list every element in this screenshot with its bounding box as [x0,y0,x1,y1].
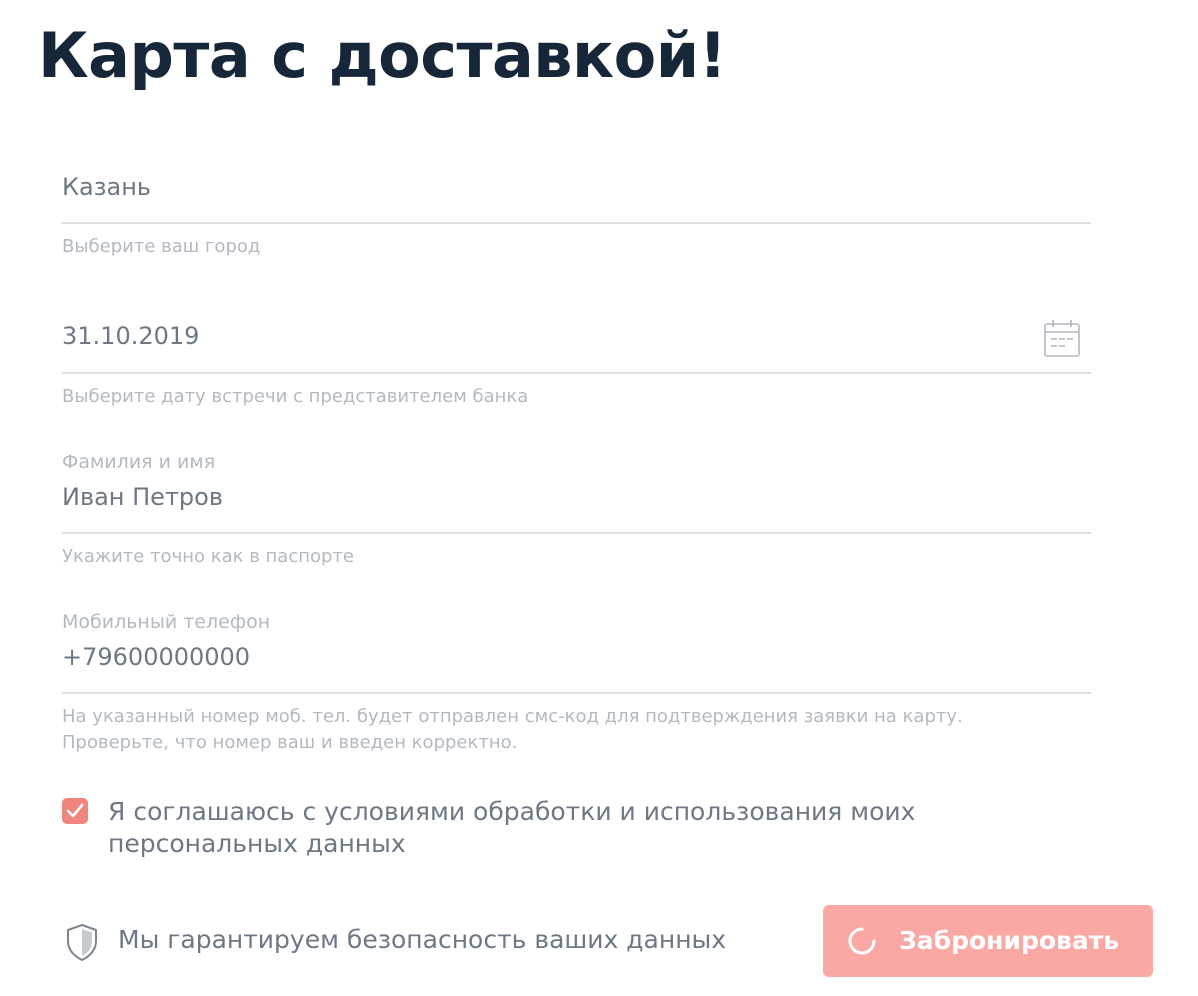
full-name-field[interactable]: Фамилия и имя Иван Петров Укажите точно … [62,448,1091,573]
meeting-date-value[interactable]: 31.10.2019 [62,321,199,351]
phone-value[interactable]: +79600000000 [62,642,250,672]
consent-checkbox[interactable] [62,798,88,824]
full-name-label: Фамилия и имя [62,451,216,473]
full-name-value[interactable]: Иван Петров [62,482,223,512]
submit-label: Забронировать [899,926,1120,955]
security-note: Мы гарантируем безопасность ваших данных [62,920,762,962]
phone-field[interactable]: Мобильный телефон +79600000000 На указан… [62,608,1091,758]
city-value[interactable]: Казань [62,172,151,202]
phone-label: Мобильный телефон [62,611,271,633]
phone-hint: На указанный номер моб. тел. будет отпра… [62,706,963,753]
city-underline [62,222,1091,224]
consent-text[interactable]: Я соглашаюсь с условиями обработки и исп… [108,796,968,860]
checkmark-icon [66,803,84,818]
shield-icon [62,922,102,962]
loading-spinner-icon [847,926,877,956]
meeting-date-hint: Выберите дату встречи с представителем б… [62,386,529,407]
full-name-underline [62,532,1091,534]
submit-button[interactable]: Забронировать [823,905,1153,977]
full-name-hint: Укажите точно как в паспорте [62,546,354,567]
city-hint: Выберите ваш город [62,236,261,257]
calendar-icon[interactable] [1043,318,1081,358]
city-field[interactable]: Казань Выберите ваш город [62,160,1091,260]
security-text: Мы гарантируем безопасность ваших данных [118,925,727,954]
meeting-date-underline [62,372,1091,374]
meeting-date-field[interactable]: 31.10.2019 Выберите дату встречи с предс… [62,310,1091,410]
page-title: Карта с доставкой! [38,19,727,92]
phone-underline [62,692,1091,694]
